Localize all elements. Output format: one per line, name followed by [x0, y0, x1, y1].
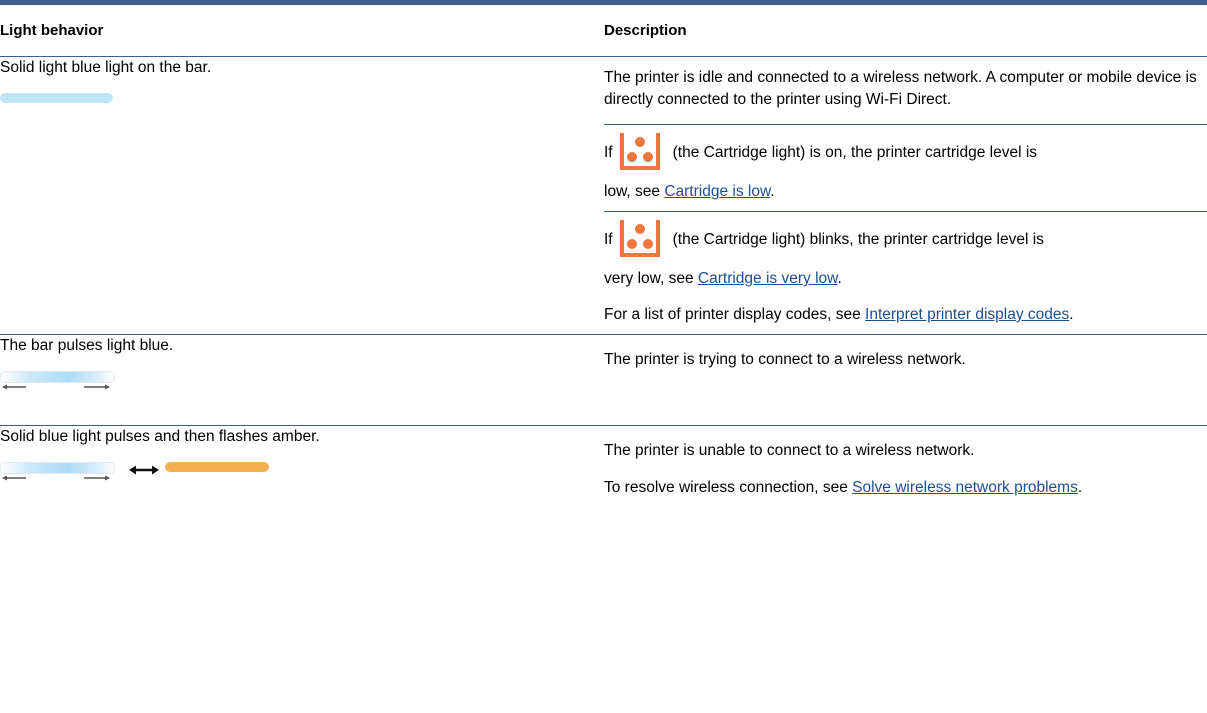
- description-prefix: If: [604, 144, 613, 161]
- cartridge-is-very-low-link[interactable]: Cartridge is very low: [698, 270, 838, 287]
- solve-wireless-network-problems-link[interactable]: Solve wireless network problems: [852, 479, 1078, 496]
- interpret-printer-display-codes-link[interactable]: Interpret printer display codes: [865, 306, 1069, 323]
- description-block: If (the Cartridge light) is on, the prin…: [604, 125, 1207, 212]
- behavior-cell: Solid light blue light on the bar.: [0, 56, 604, 335]
- description-cell: The printer is trying to connect to a wi…: [604, 334, 1207, 426]
- description-text: very low, see: [604, 270, 694, 287]
- behavior-cell: Solid blue light pulses and then flashes…: [0, 426, 604, 500]
- description-text: The printer is idle and connected to a w…: [604, 69, 1197, 108]
- period: .: [770, 183, 775, 200]
- table-row: Solid blue light pulses and then flashes…: [0, 426, 1207, 500]
- description-cell: The printer is unable to connect to a wi…: [604, 426, 1207, 500]
- light-behavior-table: Light behavior Description Solid light b…: [0, 5, 1207, 499]
- amber-bar-icon: [165, 462, 269, 472]
- header-light-behavior: Light behavior: [0, 5, 604, 57]
- description-cell: The printer is idle and connected to a w…: [604, 56, 1207, 335]
- table-row: The bar pulses light blue. The printer i…: [0, 334, 1207, 426]
- description-block: The printer is idle and connected to a w…: [604, 57, 1207, 125]
- pulsing-light-blue-bar-icon: [0, 462, 115, 482]
- period: .: [1069, 306, 1074, 323]
- solid-light-blue-bar-icon: [0, 93, 113, 103]
- period: .: [1077, 479, 1083, 496]
- behavior-cell: The bar pulses light blue.: [0, 334, 604, 426]
- cartridge-light-icon: [618, 215, 661, 265]
- description-block: For a list of printer display codes, see…: [604, 290, 1144, 334]
- description-text: The printer is trying to connect to a wi…: [604, 351, 966, 368]
- description-text: For a list of printer display codes, see: [604, 306, 861, 323]
- behavior-text: Solid blue light pulses and then flashes…: [0, 428, 320, 445]
- description-text: low, see: [604, 183, 661, 200]
- table-row: Solid light blue light on the bar. The p…: [0, 56, 1207, 335]
- description-text: To resolve wireless connection, see: [604, 479, 848, 496]
- table-header-row: Light behavior Description: [0, 5, 1207, 57]
- description-prefix: If: [604, 231, 613, 248]
- description-text: (the Cartridge light) is on, the printer…: [672, 144, 1038, 161]
- double-arrow-icon: [129, 461, 159, 483]
- description-text: The printer is unable to connect to a wi…: [604, 442, 975, 459]
- pulse-then-amber-indicator: [0, 462, 604, 483]
- pulsing-light-blue-bar-icon: [0, 371, 115, 391]
- description-text: (the Cartridge light) blinks, the printe…: [672, 231, 1044, 248]
- cartridge-light-icon: [618, 128, 661, 178]
- header-description: Description: [604, 5, 1207, 57]
- period: .: [837, 270, 842, 287]
- behavior-text: Solid light blue light on the bar.: [0, 59, 212, 76]
- cartridge-is-low-link[interactable]: Cartridge is low: [664, 183, 770, 200]
- description-block: If (the Cartridge light) blinks, the pri…: [604, 212, 1207, 290]
- behavior-text: The bar pulses light blue.: [0, 337, 174, 354]
